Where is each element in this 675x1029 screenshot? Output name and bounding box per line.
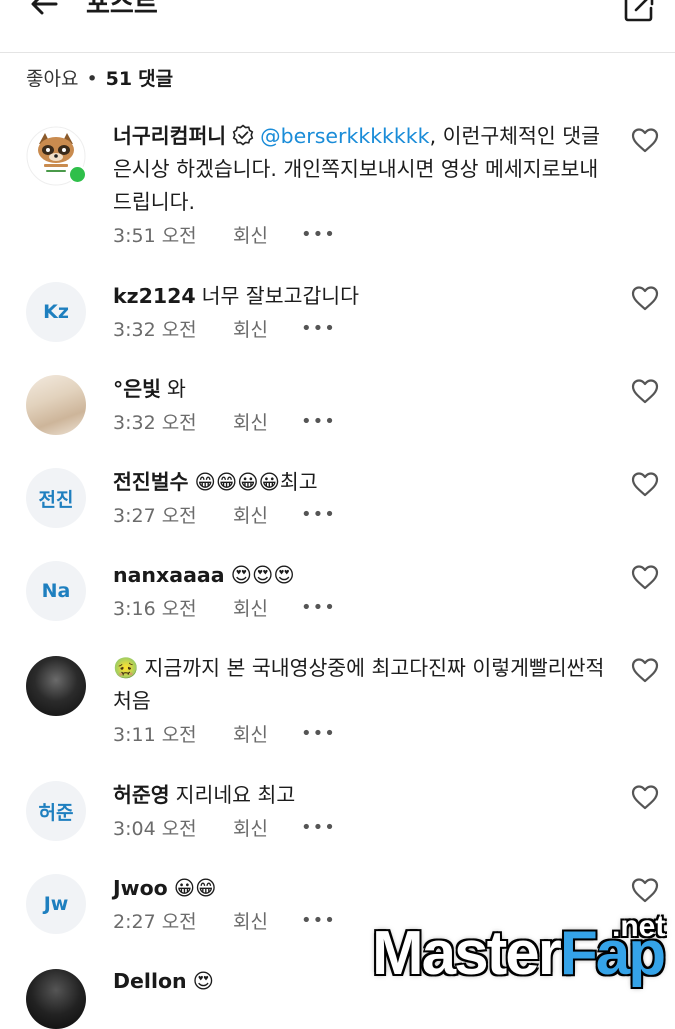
comment-author[interactable]: nanxaaaa (113, 563, 225, 587)
comment-author[interactable]: 전진벌수 (113, 470, 188, 494)
page-title: 포스트 (86, 0, 158, 20)
comment-body: 😀😁 (173, 876, 217, 900)
more-options-button[interactable]: ••• (301, 224, 336, 245)
comment-time: 3:27 오전 (113, 505, 197, 527)
comment-meta: 3:16 오전 회신 ••• (113, 594, 613, 621)
reply-button[interactable]: 회신 (233, 315, 301, 342)
watermark-suffix: .net (612, 910, 666, 943)
comment-body: 😍 (192, 969, 215, 993)
heart-outline-icon[interactable] (630, 284, 660, 312)
comment-body: 😁😁😀😀최고 (194, 470, 318, 494)
comment-time: 3:04 오전 (113, 818, 197, 840)
comment-body: 지리네요 최고 (175, 783, 296, 807)
avatar[interactable] (26, 375, 86, 435)
likes-label[interactable]: 좋아요 (26, 68, 78, 90)
comment-meta: 3:11 오전 회신 ••• (113, 720, 613, 747)
online-status-dot (68, 165, 87, 184)
watermark-logo: MasterFap .net (372, 910, 672, 998)
comment-body: 지금까지 본 국내영상중에 최고다진짜 이렇게빨리싼적 처음 (113, 656, 605, 713)
comments-label: 댓글 (138, 68, 174, 90)
avatar[interactable]: Na (26, 561, 86, 621)
avatar[interactable]: Jw (26, 874, 86, 934)
heart-outline-icon[interactable] (630, 656, 660, 684)
more-options-button[interactable]: ••• (301, 597, 336, 618)
comment-author[interactable]: 너구리컴퍼니 (113, 124, 226, 148)
heart-outline-icon[interactable] (630, 876, 660, 904)
comment-meta: 3:32 오전 회신 ••• (113, 315, 613, 342)
comment-time: 3:51 오전 (113, 225, 197, 247)
more-options-button[interactable]: ••• (301, 817, 336, 838)
comment-author[interactable]: 허준영 (113, 783, 170, 807)
avatar[interactable]: 허준 (26, 781, 86, 841)
comment-author[interactable]: kz2124 (113, 284, 196, 308)
edit-external-icon[interactable] (620, 0, 658, 26)
more-options-button[interactable]: ••• (301, 723, 336, 744)
arrow-left-icon[interactable] (26, 0, 62, 22)
avatar[interactable]: Kz (26, 282, 86, 342)
comment-text: 허준영 지리네요 최고 (113, 779, 613, 812)
comment-text: Jwoo 😀😁 (113, 872, 613, 905)
reply-button[interactable]: 회신 (233, 814, 301, 841)
comments-summary: 좋아요 • 51 댓글 (26, 64, 173, 91)
comment-meta: 3:27 오전 회신 ••• (113, 501, 613, 528)
more-options-button[interactable]: ••• (301, 318, 336, 339)
avatar[interactable] (26, 656, 86, 716)
heart-outline-icon[interactable] (630, 126, 660, 154)
comment-text: °은빛 와 (113, 373, 613, 406)
comment-time: 3:32 오전 (113, 319, 197, 341)
reply-button[interactable]: 회신 (233, 221, 301, 248)
comment-meta: 3:32 오전 회신 ••• (113, 408, 613, 435)
more-options-button[interactable]: ••• (301, 910, 336, 931)
heart-outline-icon[interactable] (630, 563, 660, 591)
comment-time: 3:16 오전 (113, 598, 197, 620)
mention-link[interactable]: @berserkkkkkkk (260, 124, 429, 148)
comment-body: 😍😍😍 (230, 563, 295, 587)
comment-text: 🤢 지금까지 본 국내영상중에 최고다진짜 이렇게빨리싼적 처음 (113, 652, 613, 718)
reply-button[interactable]: 회신 (233, 594, 301, 621)
comment-text: 전진벌수 😁😁😀😀최고 (113, 466, 613, 499)
more-options-button[interactable]: ••• (301, 411, 336, 432)
separator-dot: • (86, 68, 98, 90)
comment-time: 2:27 오전 (113, 911, 197, 933)
verified-badge-icon (232, 124, 254, 146)
comment-text: 너구리컴퍼니 @berserkkkkkkk, 이런구체적인 댓글은시상 하겠습니… (113, 120, 613, 219)
comment-author[interactable]: Dellon (113, 969, 187, 993)
comment-author[interactable]: Jwoo (113, 876, 168, 900)
comment-meta: 3:04 오전 회신 ••• (113, 814, 613, 841)
comment-count: 51 (105, 68, 133, 90)
comment-author[interactable]: 🤢 (113, 656, 139, 680)
comment-body: 너무 잘보고갑니다 (201, 284, 360, 308)
comment-author[interactable]: °은빛 (113, 377, 161, 401)
comment-text: kz2124 너무 잘보고갑니다 (113, 280, 613, 313)
comment-time: 3:11 오전 (113, 724, 197, 746)
avatar[interactable] (26, 969, 86, 1029)
heart-outline-icon[interactable] (630, 470, 660, 498)
comment-meta: 3:51 오전 회신 ••• (113, 221, 613, 248)
comment-time: 3:32 오전 (113, 412, 197, 434)
more-options-button[interactable]: ••• (301, 504, 336, 525)
comment-body: 와 (166, 377, 186, 401)
reply-button[interactable]: 회신 (233, 907, 301, 934)
reply-button[interactable]: 회신 (233, 720, 301, 747)
reply-button[interactable]: 회신 (233, 501, 301, 528)
heart-outline-icon[interactable] (630, 783, 660, 811)
watermark-text-1: Master (372, 919, 562, 988)
comment-text: nanxaaaa 😍😍😍 (113, 559, 613, 592)
top-app-bar: 포스트 (0, 0, 675, 53)
reply-button[interactable]: 회신 (233, 408, 301, 435)
heart-outline-icon[interactable] (630, 377, 660, 405)
avatar[interactable]: 전진 (26, 468, 86, 528)
